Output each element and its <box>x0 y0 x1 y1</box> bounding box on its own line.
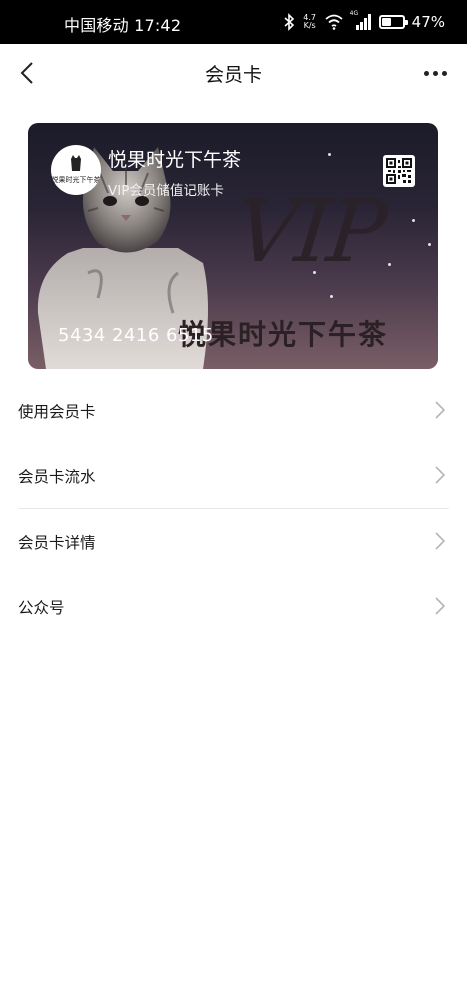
menu-item-label: 会员卡流水 <box>18 467 96 486</box>
qr-code-icon <box>386 158 412 184</box>
more-icon-dot <box>441 70 447 76</box>
card-transactions-item[interactable]: 会员卡流水 <box>0 443 467 508</box>
menu-item-label: 会员卡详情 <box>18 533 96 552</box>
card-vip-text: VIP <box>230 182 390 282</box>
star <box>328 153 331 156</box>
star <box>412 219 415 222</box>
membership-card[interactable]: VIP 悦果时光下午茶 悦果时光下午茶 VIP会员储值记账卡 悦果时光下午茶 5… <box>28 123 438 369</box>
chevron-right-icon <box>435 597 445 615</box>
menu-item-label: 公众号 <box>18 598 65 617</box>
net-speed-unit: K/s <box>303 21 316 30</box>
menu-item-label: 使用会员卡 <box>18 402 96 421</box>
bluetooth-icon <box>284 13 294 31</box>
card-details-item[interactable]: 会员卡详情 <box>0 509 467 574</box>
star <box>428 243 431 246</box>
chevron-right-icon <box>435 532 445 550</box>
star <box>388 263 391 266</box>
store-name: 悦果时光下午茶 <box>108 149 242 171</box>
wifi-icon <box>325 14 343 30</box>
more-button[interactable] <box>417 58 453 88</box>
chevron-right-icon <box>435 466 445 484</box>
card-type: VIP会员储值记账卡 <box>108 183 224 199</box>
star <box>330 295 333 298</box>
battery-icon <box>378 15 408 29</box>
nav-bar: 会员卡 <box>0 44 467 102</box>
signal-icon: 4G <box>350 10 372 30</box>
use-card-item[interactable]: 使用会员卡 <box>0 378 467 443</box>
chevron-right-icon <box>435 401 445 419</box>
net-speed: 4.7 K/s <box>302 14 318 30</box>
card-menu: 使用会员卡 会员卡流水 会员卡详情 公众号 <box>0 378 467 639</box>
status-bar: 中国移动 17:42 4.7 K/s 4G 47% <box>0 0 467 44</box>
carrier-time: 中国移动 17:42 <box>64 16 182 35</box>
more-icon-dot <box>432 70 438 76</box>
battery-fill <box>381 18 392 26</box>
card-number: 5434 2416 6515 <box>58 325 214 346</box>
store-logo: 悦果时光下午茶 <box>51 145 101 195</box>
qr-code-button[interactable] <box>383 155 415 187</box>
page-title: 会员卡 <box>204 64 262 86</box>
status-icons: 4.7 K/s 4G 47% <box>283 10 445 34</box>
battery-percent: 47% <box>411 13 445 31</box>
more-icon <box>423 70 429 76</box>
logo-text: 悦果时光下午茶 <box>51 176 101 184</box>
official-account-item[interactable]: 公众号 <box>0 574 467 639</box>
